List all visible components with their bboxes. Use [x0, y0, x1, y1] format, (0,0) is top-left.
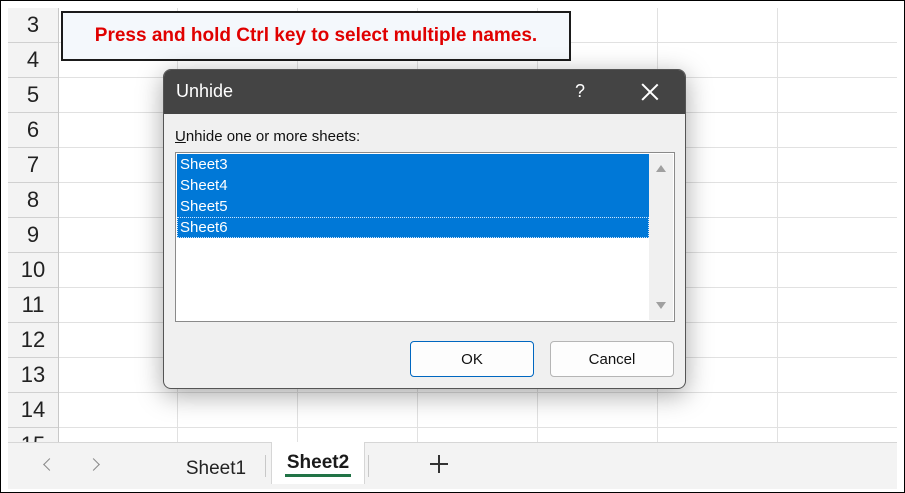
sheets-list-items: Sheet3 Sheet4 Sheet5 Sheet6: [177, 154, 649, 238]
row-header-8[interactable]: 8: [8, 183, 58, 218]
list-item-sheet5[interactable]: Sheet5: [177, 196, 649, 217]
label-accelerator: U: [175, 128, 186, 145]
scroll-up-arrow-icon[interactable]: [656, 165, 666, 172]
row-header-11[interactable]: 11: [8, 288, 58, 323]
row-header-15[interactable]: 15: [8, 428, 58, 442]
sheets-listbox[interactable]: Sheet3 Sheet4 Sheet5 Sheet6: [175, 152, 675, 322]
row-header-7[interactable]: 7: [8, 148, 58, 183]
row-header-13[interactable]: 13: [8, 358, 58, 393]
tab-separator: [368, 455, 369, 477]
row-header-6[interactable]: 6: [8, 113, 58, 148]
plus-icon[interactable]: [428, 453, 450, 475]
list-item-sheet4[interactable]: Sheet4: [177, 175, 649, 196]
instruction-callout: Press and hold Ctrl key to select multip…: [61, 11, 571, 61]
dialog-titlebar[interactable]: Unhide ?: [164, 70, 685, 114]
help-button[interactable]: ?: [568, 79, 592, 103]
row-header-10[interactable]: 10: [8, 253, 58, 288]
tab-separator: [265, 455, 266, 477]
row-headers: 3 4 5 6 7 8 9 10 11 12 13 14 15: [8, 8, 59, 442]
chevron-right-icon[interactable]: [86, 455, 106, 475]
sheets-list-label: Unhide one or more sheets:: [175, 128, 360, 145]
row-header-4[interactable]: 4: [8, 43, 58, 78]
sheet-tab-bar: Sheet1 Sheet2: [8, 442, 897, 489]
listbox-scrollbar[interactable]: [649, 154, 673, 320]
row-header-14[interactable]: 14: [8, 393, 58, 428]
scroll-down-arrow-icon[interactable]: [656, 302, 666, 309]
unhide-dialog: Unhide ? Unhide one or more sheets: Shee…: [163, 69, 686, 389]
row-header-9[interactable]: 9: [8, 218, 58, 253]
active-tab-underline: [285, 474, 351, 477]
dialog-title: Unhide: [176, 81, 234, 101]
ok-button[interactable]: OK: [410, 341, 534, 377]
label-rest: nhide one or more sheets:: [185, 128, 361, 145]
close-icon[interactable]: [638, 80, 662, 104]
list-item-sheet6[interactable]: Sheet6: [177, 217, 649, 238]
row-header-3[interactable]: 3: [8, 8, 58, 43]
tab-sheet2-label: Sheet2: [286, 452, 350, 473]
row-header-12[interactable]: 12: [8, 323, 58, 358]
cancel-button[interactable]: Cancel: [550, 341, 674, 377]
tab-sheet2[interactable]: Sheet2: [271, 442, 365, 484]
list-item-sheet3[interactable]: Sheet3: [177, 154, 649, 175]
tab-sheet1[interactable]: Sheet1: [174, 447, 258, 491]
row-header-5[interactable]: 5: [8, 78, 58, 113]
chevron-left-icon[interactable]: [38, 455, 58, 475]
